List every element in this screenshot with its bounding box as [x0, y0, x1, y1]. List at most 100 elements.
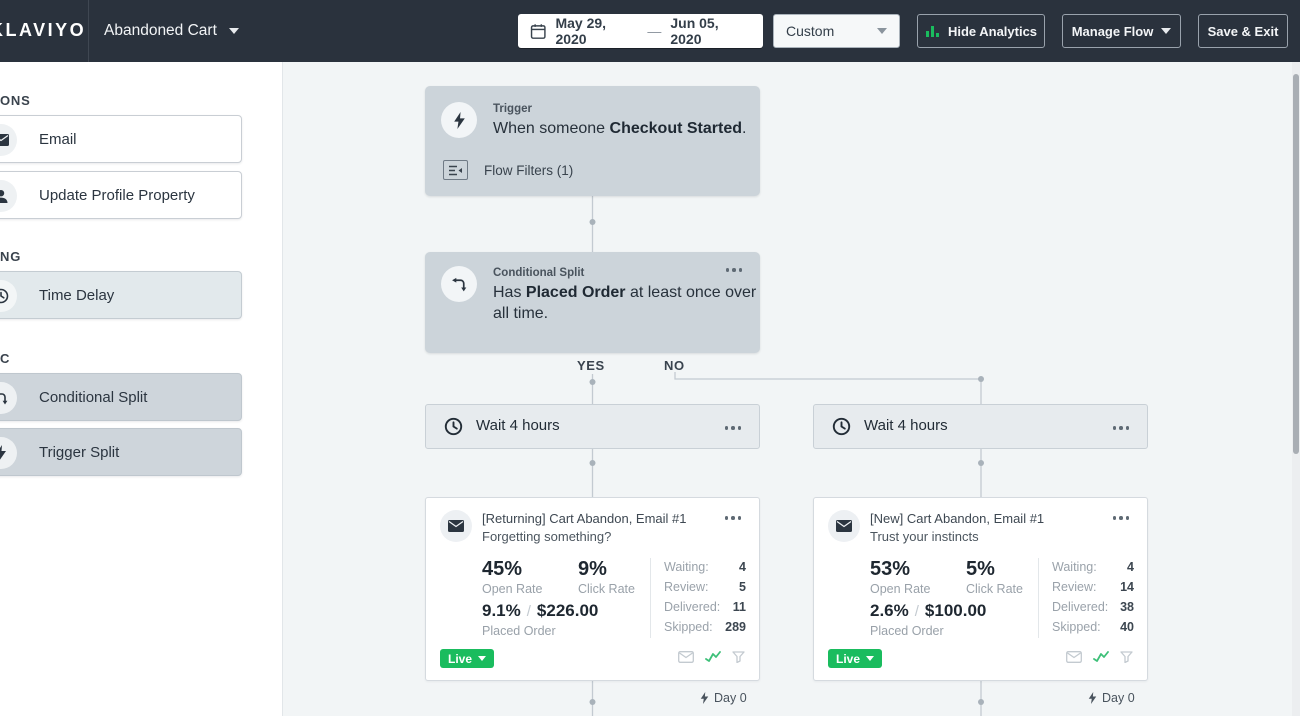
date-start: May 29, 2020: [555, 15, 638, 47]
branch-no-label: NO: [664, 358, 685, 373]
stat-divider: /: [915, 603, 919, 620]
split-arrows-icon: [441, 266, 477, 302]
sidebar-section-actions: ONS: [0, 93, 31, 108]
placed-order-value: $226.00: [537, 601, 598, 621]
time-delay-node[interactable]: Wait 4 hours: [813, 404, 1148, 449]
stat-divider: /: [527, 603, 531, 620]
clock-icon: [832, 417, 851, 441]
analytics-trend-icon[interactable]: [705, 651, 721, 663]
placed-order-stat: 2.6% / $100.00: [870, 601, 986, 621]
manage-flow-button[interactable]: Manage Flow: [1062, 14, 1181, 48]
lightning-icon: [0, 437, 17, 469]
email-icon: [0, 124, 17, 156]
clock-icon: [0, 280, 17, 312]
envelope-check-icon[interactable]: [1066, 651, 1082, 663]
save-exit-button[interactable]: Save & Exit: [1198, 14, 1288, 48]
stats-divider: [1038, 558, 1039, 638]
more-options-icon[interactable]: [721, 422, 746, 434]
lightning-icon: [1088, 692, 1097, 704]
sidebar-section-logic: C: [0, 351, 10, 366]
sidebar-item-email[interactable]: Email: [0, 115, 242, 163]
filter-funnel-icon[interactable]: [732, 651, 745, 663]
manage-flow-label: Manage Flow: [1072, 24, 1154, 39]
open-rate-value: 53%: [870, 558, 910, 581]
chevron-down-icon: [1161, 28, 1171, 34]
hide-analytics-label: Hide Analytics: [948, 24, 1037, 39]
flow-filters-link[interactable]: Flow Filters (1): [443, 160, 573, 180]
date-range-picker[interactable]: May 29, 2020 — Jun 05, 2020: [518, 14, 763, 48]
counter-value: 4: [1052, 560, 1134, 574]
filter-lines-icon: [443, 160, 468, 180]
email-node[interactable]: [Returning] Cart Abandon, Email #1 Forge…: [425, 497, 760, 681]
chevron-down-icon: [229, 28, 239, 34]
flow-name-dropdown[interactable]: Abandoned Cart: [104, 0, 239, 62]
email-title: [Returning] Cart Abandon, Email #1: [482, 511, 687, 526]
placed-order-rate: 2.6%: [870, 601, 909, 621]
click-rate-label: Click Rate: [966, 582, 1023, 596]
time-delay-label: Wait 4 hours: [864, 417, 948, 434]
more-options-icon[interactable]: [1109, 512, 1134, 524]
vertical-scrollbar-thumb[interactable]: [1293, 74, 1299, 454]
hide-analytics-button[interactable]: Hide Analytics: [917, 14, 1045, 48]
date-separator: —: [647, 23, 661, 39]
stats-divider: [650, 558, 651, 638]
filter-funnel-icon[interactable]: [1120, 651, 1133, 663]
email-icon: [440, 510, 472, 542]
vertical-scrollbar-track[interactable]: [1292, 62, 1300, 716]
sidebar-item-conditional-split[interactable]: Conditional Split: [0, 373, 242, 421]
conditional-split-text: Has Placed Order at least once over all …: [493, 282, 761, 324]
email-icon: [828, 510, 860, 542]
more-options-icon[interactable]: [1109, 422, 1134, 434]
lightning-icon: [700, 692, 709, 704]
placed-order-rate: 9.1%: [482, 601, 521, 621]
email-quick-actions: [1066, 651, 1133, 663]
click-rate-label: Click Rate: [578, 582, 635, 596]
header-divider: [88, 0, 89, 62]
counter-value: 40: [1052, 620, 1134, 634]
person-icon: [0, 180, 17, 212]
sidebar-item-label: Conditional Split: [39, 389, 147, 406]
range-preset-select[interactable]: Custom: [773, 14, 900, 48]
placed-order-value: $100.00: [925, 601, 986, 621]
status-badge[interactable]: Live: [828, 649, 882, 668]
envelope-check-icon[interactable]: [678, 651, 694, 663]
date-end: Jun 05, 2020: [670, 15, 751, 47]
day-marker: Day 0: [700, 691, 747, 705]
flow-canvas[interactable]: Trigger When someone Checkout Started. F…: [283, 62, 1300, 716]
open-rate-label: Open Rate: [482, 582, 542, 596]
calendar-icon: [530, 23, 546, 40]
placed-order-stat: 9.1% / $226.00: [482, 601, 598, 621]
klaviyo-logo: KLAVIYO: [0, 20, 86, 41]
more-options-icon[interactable]: [721, 512, 746, 524]
branch-yes-label: YES: [577, 358, 605, 373]
split-arrows-icon: [0, 382, 17, 414]
sidebar-item-time-delay[interactable]: Time Delay: [0, 271, 242, 319]
email-subject: Trust your instincts: [870, 529, 979, 544]
sidebar-section-timing: NG: [0, 249, 21, 264]
range-preset-value: Custom: [786, 23, 834, 39]
open-rate-value: 45%: [482, 558, 522, 581]
status-badge[interactable]: Live: [440, 649, 494, 668]
email-subject: Forgetting something?: [482, 529, 611, 544]
day-marker: Day 0: [1088, 691, 1135, 705]
conditional-split-type-label: Conditional Split: [493, 267, 584, 279]
time-delay-node[interactable]: Wait 4 hours: [425, 404, 760, 449]
trigger-node[interactable]: Trigger When someone Checkout Started. F…: [425, 86, 760, 196]
counter-value: 11: [664, 600, 746, 614]
sidebar-item-update-profile-property[interactable]: Update Profile Property: [0, 171, 242, 219]
more-options-icon[interactable]: [722, 264, 747, 276]
counter-value: 4: [664, 560, 746, 574]
counter-value: 5: [664, 580, 746, 594]
bar-chart-icon: [925, 24, 940, 38]
status-label: Live: [836, 652, 860, 666]
email-node[interactable]: [New] Cart Abandon, Email #1 Trust your …: [813, 497, 1148, 681]
email-quick-actions: [678, 651, 745, 663]
email-title: [New] Cart Abandon, Email #1: [870, 511, 1044, 526]
day-marker-label: Day 0: [1102, 691, 1135, 705]
save-exit-label: Save & Exit: [1208, 24, 1279, 39]
analytics-trend-icon[interactable]: [1093, 651, 1109, 663]
click-rate-value: 5%: [966, 558, 995, 581]
sidebar-item-label: Trigger Split: [39, 444, 119, 461]
sidebar-item-trigger-split[interactable]: Trigger Split: [0, 428, 242, 476]
conditional-split-node[interactable]: Conditional Split Has Placed Order at le…: [425, 252, 760, 353]
